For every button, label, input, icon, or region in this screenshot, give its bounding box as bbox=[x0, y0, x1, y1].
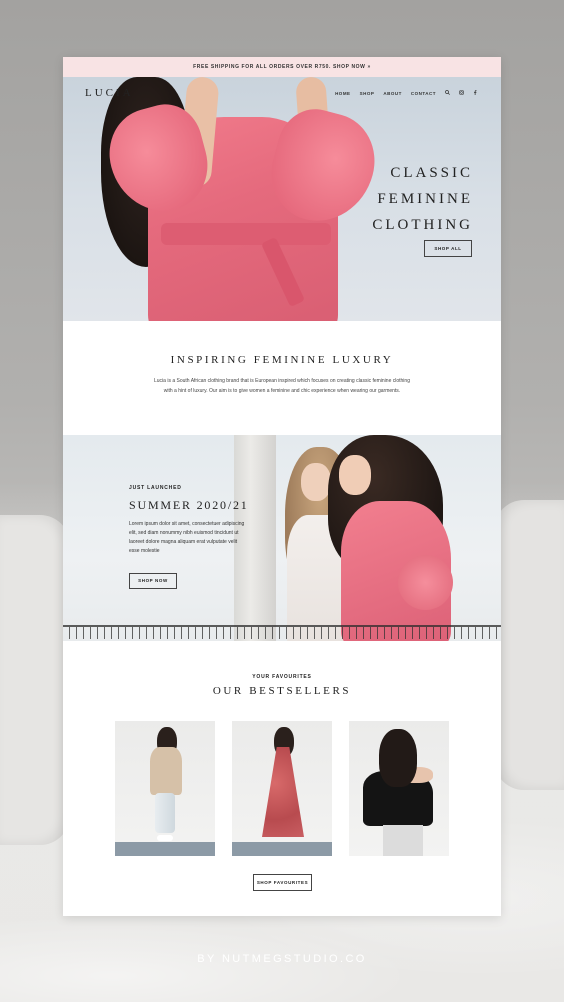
bestsellers-kicker: YOUR FAVOURITES bbox=[252, 674, 312, 680]
intro-heading: INSPIRING FEMININE LUXURY bbox=[170, 354, 394, 366]
hero-title: CLASSIC FEMININE CLOTHING bbox=[372, 160, 473, 238]
search-icon[interactable] bbox=[445, 90, 450, 97]
hero-image-belt bbox=[161, 223, 331, 245]
product-card-2[interactable] bbox=[232, 721, 332, 856]
bestsellers-section: YOUR FAVOURITES OUR BESTSELLERS SHOP FAV… bbox=[63, 641, 501, 916]
product-2-floral-dress bbox=[262, 747, 304, 837]
site-logo[interactable]: LUCIA bbox=[85, 87, 134, 99]
launch-image-model-blonde-face bbox=[301, 463, 331, 501]
hero-title-line-3: CLOTHING bbox=[372, 217, 473, 233]
background-pillow-left bbox=[0, 515, 70, 845]
nav-contact[interactable]: CONTACT bbox=[411, 91, 436, 96]
product-1-floor bbox=[115, 842, 215, 856]
launch-heading: SUMMER 2020/21 bbox=[129, 498, 249, 512]
facebook-icon[interactable] bbox=[473, 90, 477, 97]
hero-title-line-1: CLASSIC bbox=[390, 165, 473, 181]
product-1-shoes bbox=[157, 835, 173, 841]
product-2-floor bbox=[232, 842, 332, 856]
studio-credit: BY NUTMEGSTUDIO.CO bbox=[197, 953, 367, 965]
launch-image-model-dark-face bbox=[339, 455, 371, 495]
product-3-jeans bbox=[383, 825, 423, 856]
announcement-bar[interactable]: FREE SHIPPING FOR ALL ORDERS OVER R750. … bbox=[63, 57, 501, 77]
launch-section: JUST LAUNCHED SUMMER 2020/21 Lorem ipsum… bbox=[63, 435, 501, 641]
hero-section: LUCIA HOME SHOP ABOUT CONTACT CLASSIC FE… bbox=[63, 77, 501, 321]
shop-all-button[interactable]: SHOP ALL bbox=[424, 240, 472, 257]
launch-image-railing bbox=[63, 625, 501, 639]
bestsellers-heading: OUR BESTSELLERS bbox=[212, 685, 352, 697]
product-1-jeans bbox=[155, 793, 175, 833]
launch-image-pink-sleeve bbox=[398, 555, 453, 610]
product-card-1[interactable] bbox=[115, 721, 215, 856]
product-1-trench-coat bbox=[150, 747, 182, 795]
shop-now-button[interactable]: SHOP NOW bbox=[129, 573, 177, 589]
launch-body: Lorem ipsum dolor sit amet, consectetuer… bbox=[129, 521, 245, 554]
website-mockup: FREE SHIPPING FOR ALL ORDERS OVER R750. … bbox=[63, 57, 501, 916]
instagram-icon[interactable] bbox=[459, 90, 464, 97]
intro-section: INSPIRING FEMININE LUXURY Lucia is a Sou… bbox=[63, 321, 501, 435]
nav-about[interactable]: ABOUT bbox=[383, 91, 402, 96]
intro-body: Lucia is a South African clothing brand … bbox=[154, 378, 410, 394]
main-nav: HOME SHOP ABOUT CONTACT bbox=[335, 90, 477, 97]
background-pillow-right bbox=[494, 500, 564, 790]
nav-home[interactable]: HOME bbox=[335, 91, 351, 96]
shop-favourites-button[interactable]: SHOP FAVOURITES bbox=[253, 874, 312, 891]
hero-title-line-2: FEMININE bbox=[377, 191, 473, 207]
product-card-3[interactable] bbox=[349, 721, 449, 856]
launch-kicker: JUST LAUNCHED bbox=[129, 485, 182, 491]
nav-shop[interactable]: SHOP bbox=[360, 91, 375, 96]
product-3-model-hair bbox=[379, 729, 417, 787]
